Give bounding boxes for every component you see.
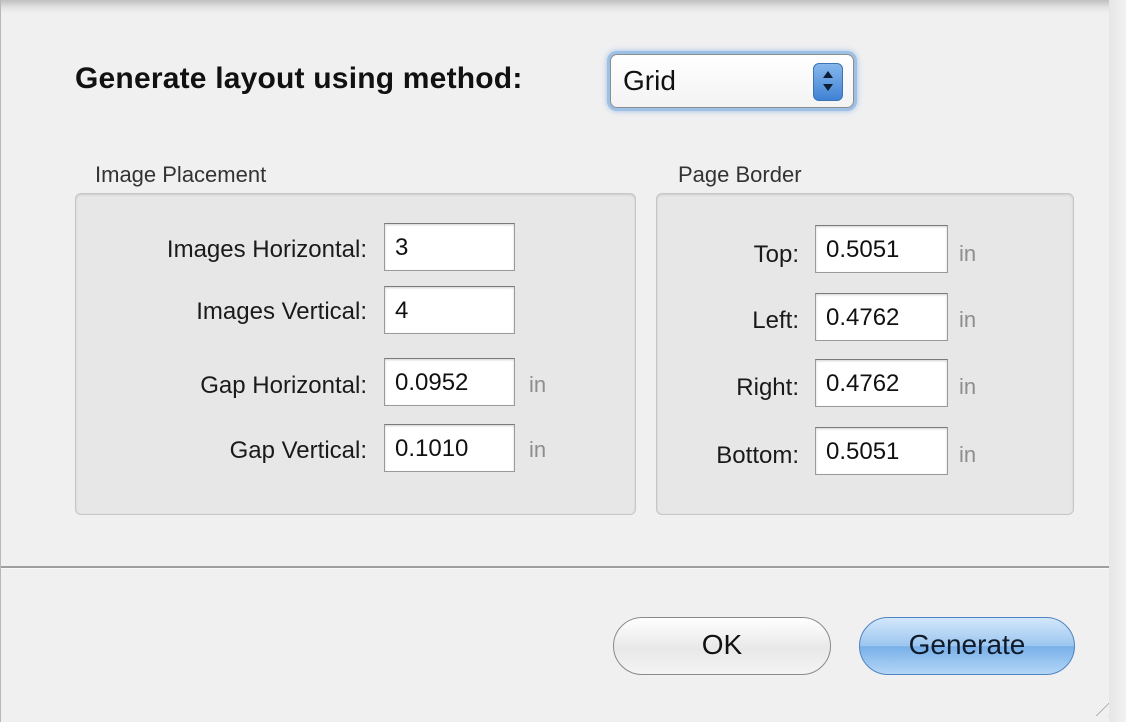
gap-horizontal-label: Gap Horizontal: <box>200 372 367 399</box>
images-horizontal-field[interactable]: 3 <box>384 223 515 271</box>
gap-horizontal-unit: in <box>529 372 547 397</box>
image-placement-title: Image Placement <box>95 162 267 187</box>
images-vertical-label: Images Vertical: <box>196 298 367 325</box>
bottom-border-field[interactable]: 0.5051 <box>815 427 948 475</box>
dialog-separator <box>1 566 1111 569</box>
right-border-label: Right: <box>736 374 799 401</box>
generate-button[interactable]: Generate <box>859 617 1075 675</box>
bottom-border-unit: in <box>959 442 977 467</box>
gap-horizontal-field[interactable]: 0.0952 <box>384 358 515 406</box>
method-popup-button[interactable]: Grid <box>610 54 854 108</box>
left-border-field[interactable]: 0.4762 <box>815 293 948 341</box>
gap-vertical-unit: in <box>529 437 547 462</box>
gap-vertical-label: Gap Vertical: <box>229 437 367 464</box>
layout-dialog: Generate layout using method: Grid Image… <box>0 0 1115 722</box>
top-border-label: Top: <box>753 241 799 268</box>
right-border-field[interactable]: 0.4762 <box>815 359 948 407</box>
bottom-border-label: Bottom: <box>716 442 799 469</box>
page-border-title: Page Border <box>678 162 802 187</box>
ok-button[interactable]: OK <box>613 617 831 675</box>
gap-vertical-field[interactable]: 0.1010 <box>384 424 515 472</box>
popup-arrows-icon <box>813 63 843 101</box>
dialog-edge <box>1109 0 1126 722</box>
method-label: Generate layout using method: <box>75 62 523 95</box>
top-border-unit: in <box>959 241 977 266</box>
left-border-label: Left: <box>752 307 799 334</box>
images-vertical-field[interactable]: 4 <box>384 286 515 334</box>
method-selected-value: Grid <box>623 65 676 96</box>
images-horizontal-label: Images Horizontal: <box>166 236 367 263</box>
right-border-unit: in <box>959 374 977 399</box>
top-border-field[interactable]: 0.5051 <box>815 225 948 273</box>
left-border-unit: in <box>959 307 977 332</box>
